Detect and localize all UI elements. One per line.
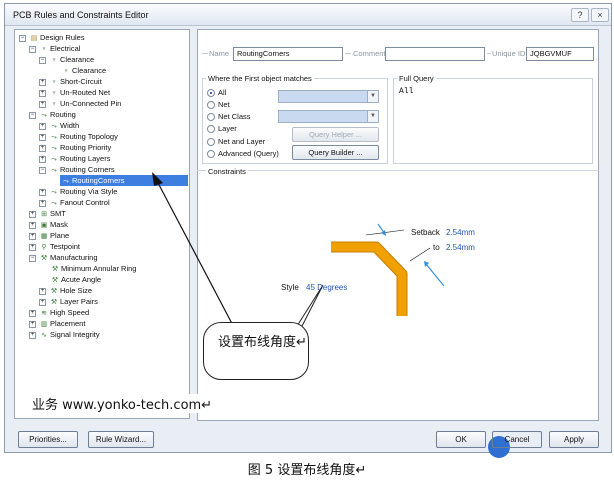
to-value[interactable]: 2.54mm xyxy=(446,243,475,252)
style-value[interactable]: 45 Degrees xyxy=(306,283,347,292)
to-label: to xyxy=(433,243,440,252)
setback-label: Setback xyxy=(411,228,440,237)
figure-caption: 图 5 设置布线角度↵ xyxy=(247,463,367,478)
ok-button[interactable]: OK xyxy=(436,431,486,448)
apply-button[interactable]: Apply xyxy=(549,431,599,448)
cancel-button[interactable]: Cancel xyxy=(492,431,542,448)
routing-corner-trace-fill xyxy=(331,242,407,316)
style-label: Style xyxy=(281,283,299,292)
priorities-button[interactable]: Priorities... xyxy=(18,431,78,448)
to-dim-line xyxy=(409,247,431,262)
callout-text: 设置布线角度↵ xyxy=(218,335,307,350)
business-watermark: 业务 www.yonko-tech.com↵ xyxy=(30,394,215,413)
annotation-arrowhead-icon xyxy=(152,172,163,186)
to-arrow-icon xyxy=(425,263,445,287)
rule-wizard-button[interactable]: Rule Wizard... xyxy=(88,431,154,448)
annotation-arrow-line xyxy=(156,180,239,336)
setback-value[interactable]: 2.54mm xyxy=(446,228,475,237)
